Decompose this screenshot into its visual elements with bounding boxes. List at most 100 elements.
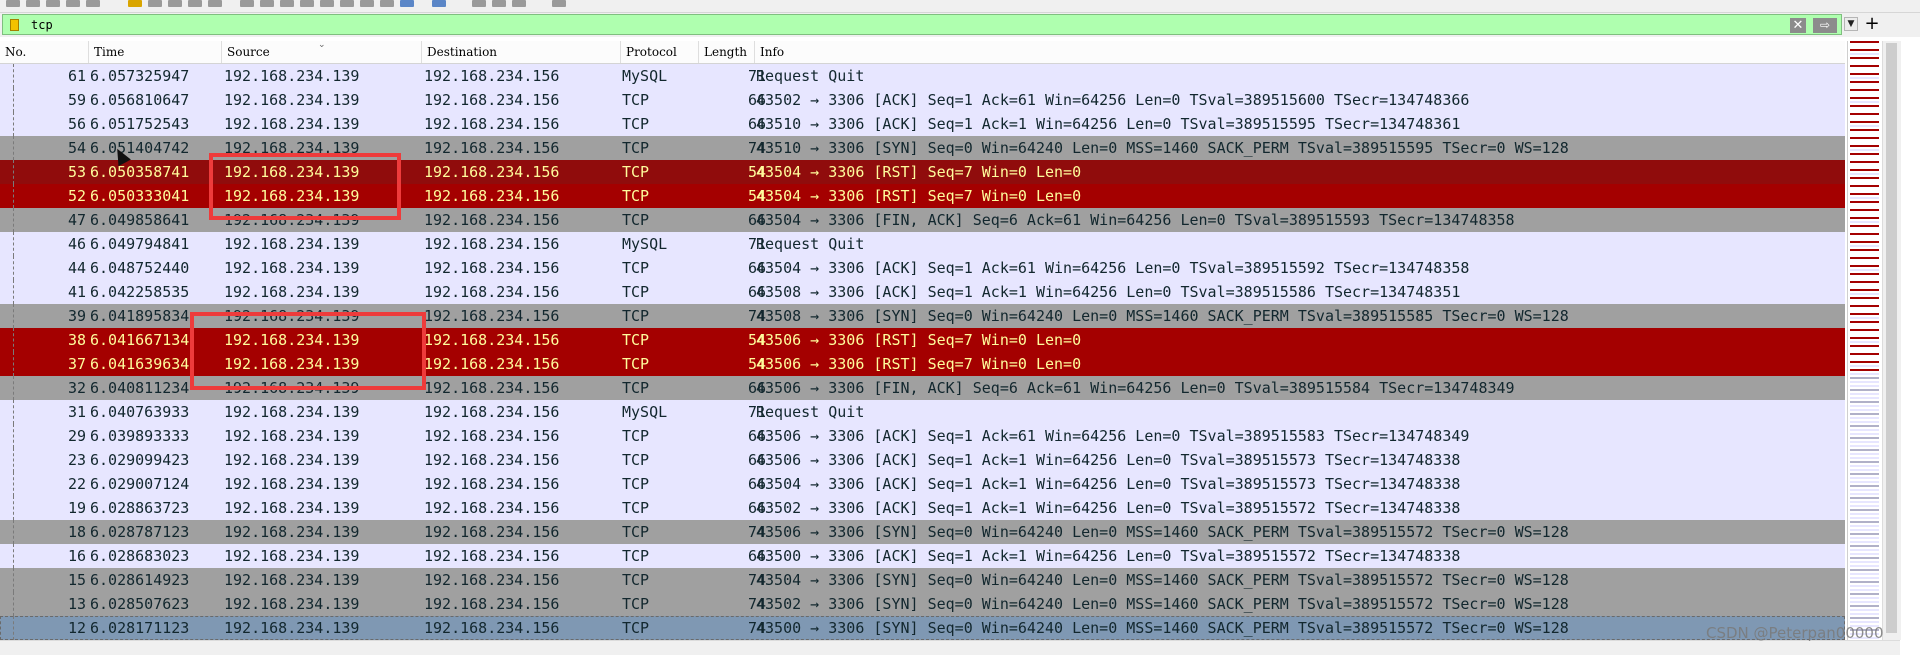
packet-time: 6.049794841 [90,235,190,253]
add-filter-button-icon[interactable]: + [1864,14,1880,34]
capture-options-icon[interactable] [188,0,202,7]
minimap-line [1850,213,1879,215]
packet-row[interactable]: 15 6.028614923 192.168.234.139 192.168.234.… [0,568,1845,592]
packet-info: 43506 → 3306 [SYN] Seq=0 Win=64240 Len=0… [756,523,1569,541]
packet-row[interactable]: 39 6.041895834 192.168.234.139 192.168.234.… [0,304,1845,328]
packet-number: 54 [67,139,86,157]
packet-protocol: TCP [622,379,650,397]
filter-history-dropdown-icon[interactable]: ▼ [1844,17,1858,31]
minimap-line [1850,209,1879,211]
export-icon[interactable] [148,0,162,7]
column-header-time[interactable]: Time [89,41,222,63]
packet-row[interactable]: 46 6.049794841 192.168.234.139 192.168.234.… [0,232,1845,256]
column-header-info[interactable]: Info [755,41,1845,63]
packet-row[interactable]: 23 6.029099423 192.168.234.139 192.168.234.… [0,448,1845,472]
vertical-scrollbar[interactable] [1882,41,1901,640]
packet-row[interactable]: 44 6.048752440 192.168.234.139 192.168.234.… [0,256,1845,280]
bookmark-icon[interactable] [10,19,19,31]
zoom-out-icon[interactable] [400,0,414,7]
column-header-destination[interactable]: Destination [422,41,621,63]
folder-icon[interactable] [128,0,142,7]
resize-columns-icon[interactable] [472,0,486,7]
go-forward-icon[interactable] [260,0,274,7]
expert-info-icon[interactable] [552,0,566,7]
packet-row[interactable]: 32 6.040811234 192.168.234.139 192.168.234.… [0,376,1845,400]
minimap-line [1850,617,1879,619]
normal-size-icon[interactable] [432,0,446,7]
go-back-icon[interactable] [240,0,254,7]
display-filter-input[interactable]: tcp ✕ ⇨ [2,14,1842,35]
minimap-line [1850,241,1879,243]
packet-time: 6.028787123 [90,523,190,541]
packet-source: 192.168.234.139 [224,355,360,373]
packet-row[interactable]: 22 6.029007124 192.168.234.139 192.168.234.… [0,472,1845,496]
packet-row[interactable]: 12 6.028171123 192.168.234.139 192.168.234.… [0,616,1845,640]
packet-row[interactable]: 16 6.028683023 192.168.234.139 192.168.234.… [0,544,1845,568]
packet-row[interactable]: 54 6.051404742 192.168.234.139 192.168.234.… [0,136,1845,160]
packet-time: 6.041667134 [90,331,190,349]
minimap-line [1850,45,1879,47]
capture-filter-icon[interactable] [208,0,222,7]
minimap-line [1850,525,1879,527]
packet-number: 12 [67,619,86,637]
close-file-icon[interactable] [46,0,60,7]
expand-all-icon[interactable] [492,0,506,7]
packet-destination: 192.168.234.156 [424,451,560,469]
last-packet-icon[interactable] [320,0,334,7]
minimap-line [1850,433,1879,435]
packet-source: 192.168.234.139 [224,475,360,493]
collapse-all-icon[interactable] [512,0,526,7]
column-header-protocol[interactable]: Protocol [621,41,699,63]
packet-row[interactable]: 41 6.042258535 192.168.234.139 192.168.234.… [0,280,1845,304]
minimap-line [1850,233,1879,235]
packet-row[interactable]: 61 6.057325947 192.168.234.139 192.168.234.… [0,64,1845,88]
packet-list[interactable]: 61 6.057325947 192.168.234.139 192.168.234.… [0,64,1845,640]
packet-protocol: TCP [622,259,650,277]
save-file-icon[interactable] [26,0,40,7]
packet-number: 56 [67,115,86,133]
packet-row[interactable]: 19 6.028863723 192.168.234.139 192.168.234.… [0,496,1845,520]
minimap-line [1850,245,1879,247]
apply-filter-icon[interactable]: ⇨ [1813,18,1837,33]
minimap-line [1850,285,1879,287]
autoscroll-icon[interactable] [340,0,354,7]
minimap-line [1850,541,1879,543]
packet-number: 41 [67,283,86,301]
packet-row[interactable]: 38 6.041667134 192.168.234.139 192.168.234.… [0,328,1845,352]
packet-row[interactable]: 13 6.028507623 192.168.234.139 192.168.234.… [0,592,1845,616]
packet-time: 6.057325947 [90,67,190,85]
packet-row[interactable]: 56 6.051752543 192.168.234.139 192.168.234.… [0,112,1845,136]
minimap-line [1850,157,1879,159]
column-header-no[interactable]: No. [0,41,89,63]
packet-protocol: TCP [622,451,650,469]
packet-row[interactable]: 29 6.039893333 192.168.234.139 192.168.234.… [0,424,1845,448]
colorize-icon[interactable] [360,0,374,7]
packet-info: 43500 → 3306 [ACK] Seq=1 Ack=1 Win=64256… [756,547,1461,565]
packet-row[interactable]: 52 6.050333041 192.168.234.139 192.168.234.… [0,184,1845,208]
first-packet-icon[interactable] [300,0,314,7]
packet-info: 43506 → 3306 [FIN, ACK] Seq=6 Ack=61 Win… [756,379,1515,397]
minimap-line [1850,65,1879,67]
packet-minimap[interactable] [1847,41,1881,641]
minimap-line [1850,377,1879,379]
find-packet-icon[interactable] [86,0,100,7]
column-header-length[interactable]: Length [699,41,755,63]
packet-row[interactable]: 37 6.041639634 192.168.234.139 192.168.234.… [0,352,1845,376]
packet-destination: 192.168.234.156 [424,403,560,421]
reload-icon[interactable] [66,0,80,7]
zoom-in-icon[interactable] [380,0,394,7]
packet-row[interactable]: 53 6.050358741 192.168.234.139 192.168.234.… [0,160,1845,184]
clear-filter-icon[interactable]: ✕ [1790,18,1806,33]
go-to-packet-icon[interactable] [280,0,294,7]
vertical-scrollbar-thumb[interactable] [1886,43,1897,633]
packet-source: 192.168.234.139 [224,259,360,277]
packet-row[interactable]: 31 6.040763933 192.168.234.139 192.168.234.… [0,400,1845,424]
packet-row[interactable]: 18 6.028787123 192.168.234.139 192.168.234.… [0,520,1845,544]
packet-time: 6.042258535 [90,283,190,301]
packet-row[interactable]: 47 6.049858641 192.168.234.139 192.168.234.… [0,208,1845,232]
packet-row[interactable]: 59 6.056810647 192.168.234.139 192.168.234.… [0,88,1845,112]
print-icon[interactable] [168,0,182,7]
sort-indicator-icon: ⌄ [318,40,326,50]
open-file-icon[interactable] [6,0,20,7]
horizontal-scrollbar[interactable] [0,640,1900,655]
